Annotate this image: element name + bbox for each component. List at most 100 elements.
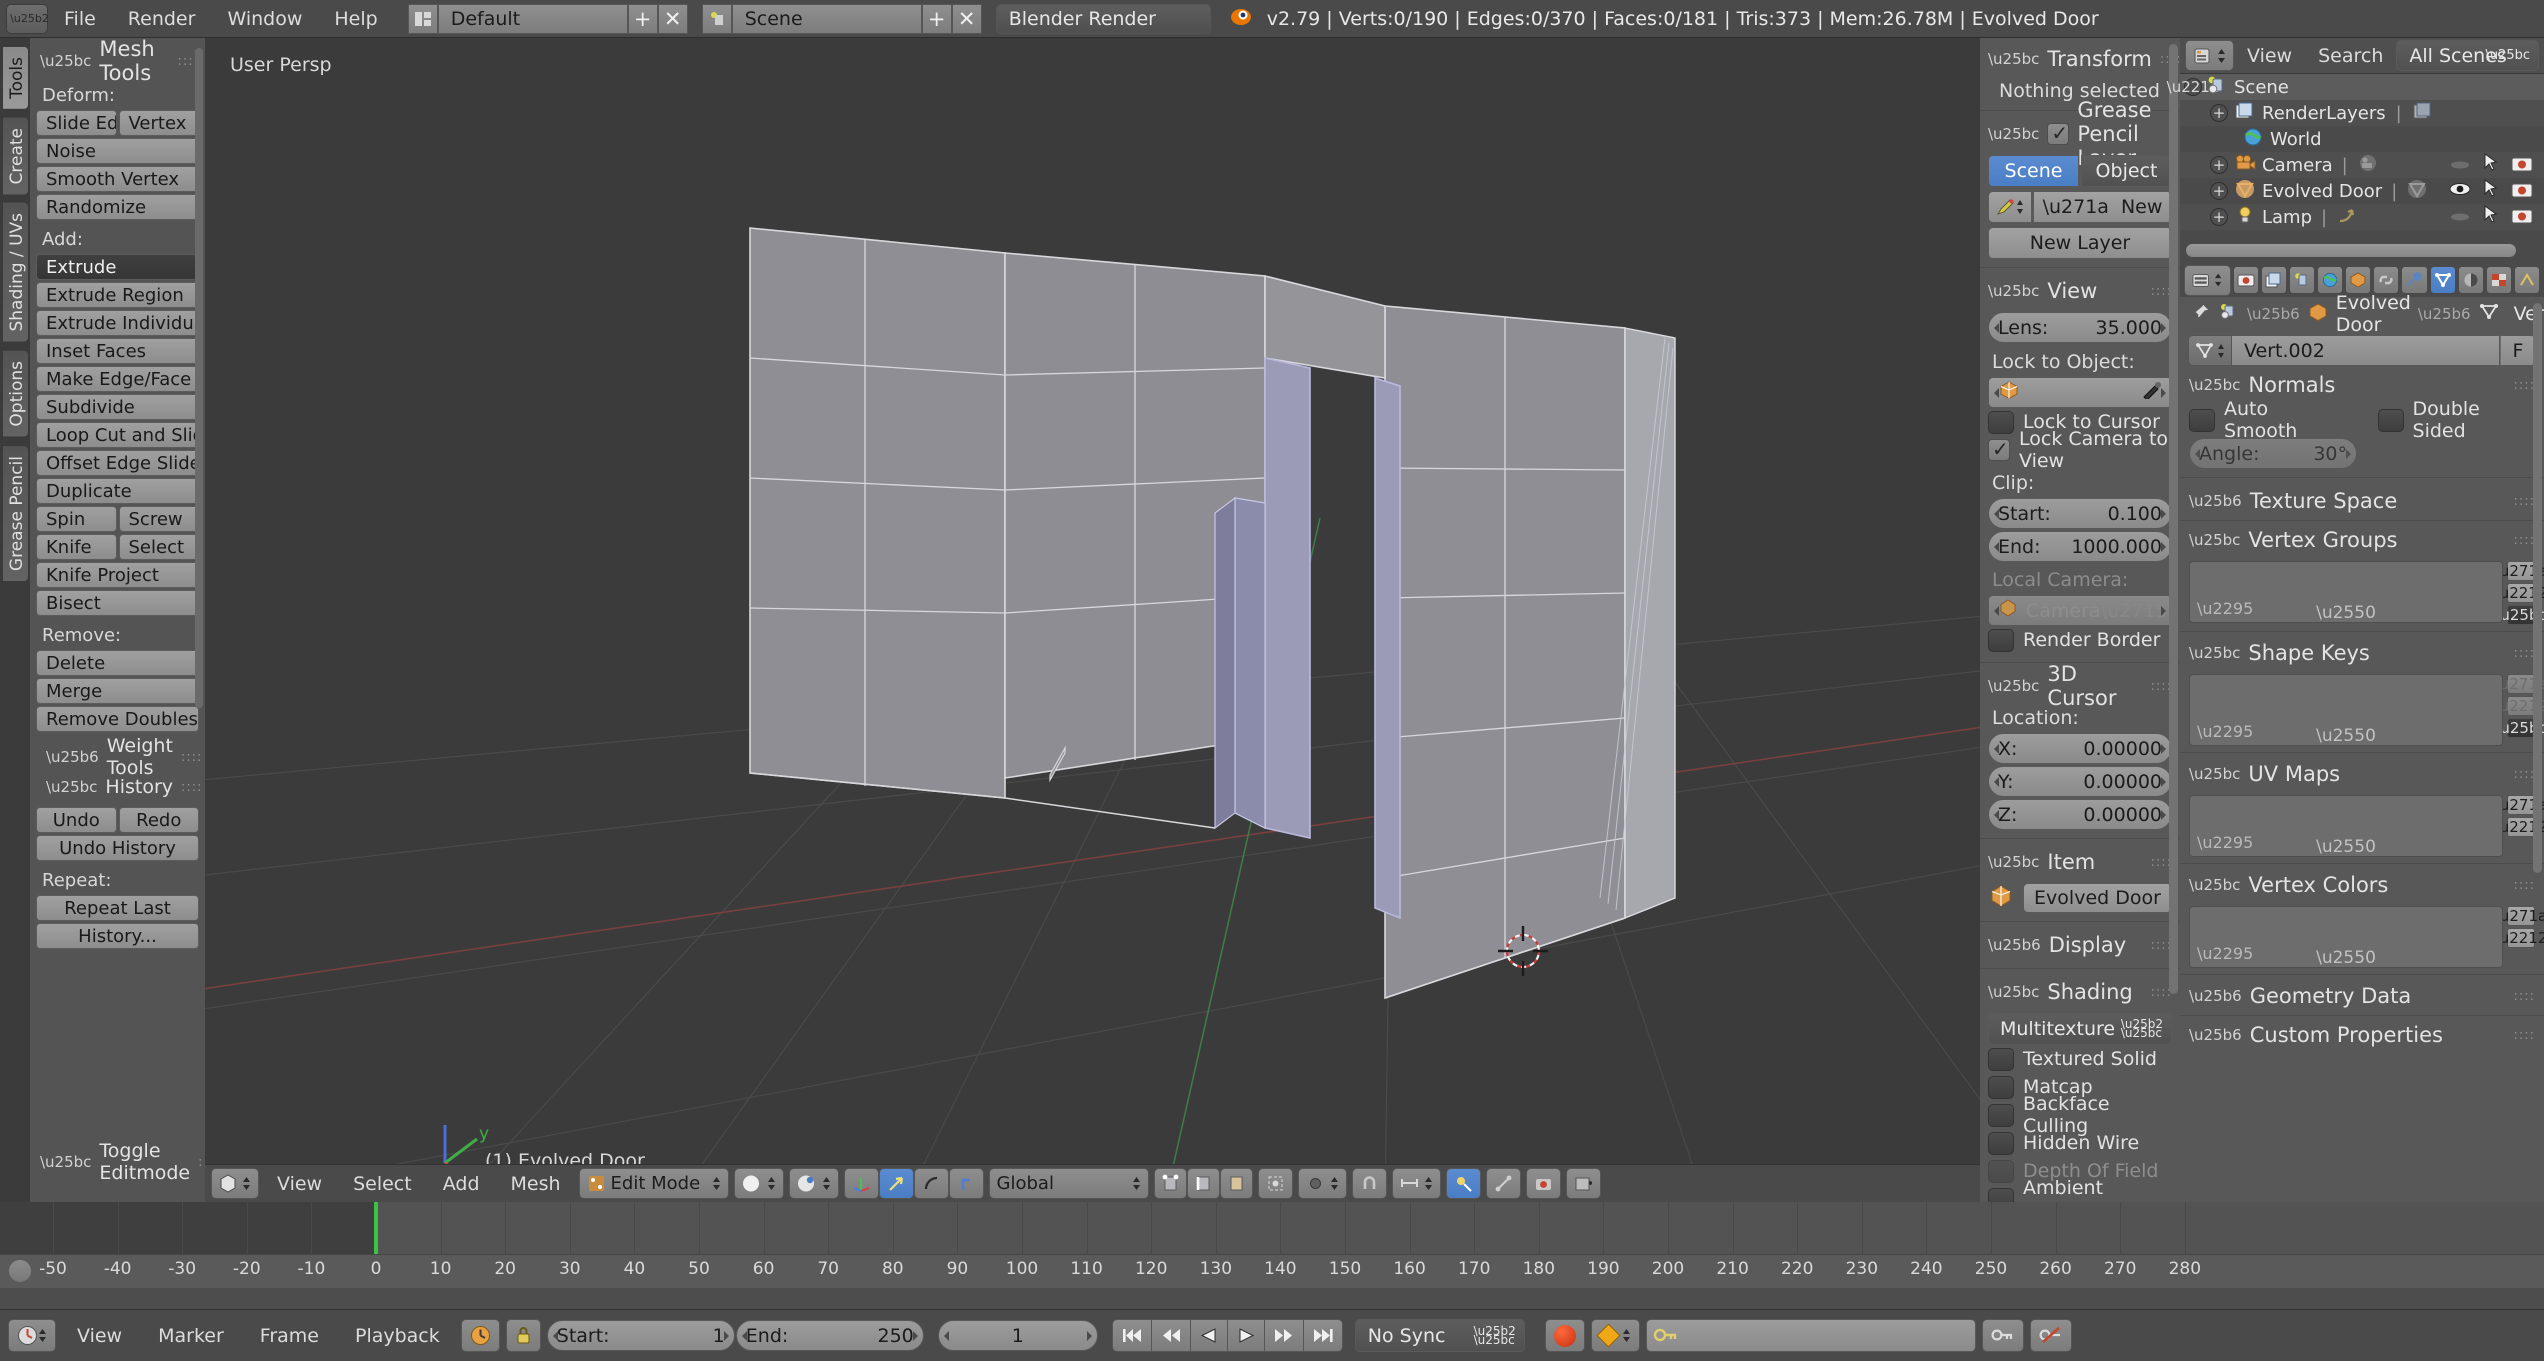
limit-selection-to-visible-icon[interactable]	[1257, 1168, 1293, 1199]
viewport-menu-select[interactable]: Select	[340, 1173, 425, 1195]
vertex-colors-list-expand-icon[interactable]: \u2295	[2197, 944, 2253, 963]
delete-scene-button[interactable]: ✕	[951, 3, 982, 34]
viewport-menu-view[interactable]: View	[264, 1173, 335, 1195]
extrude-button[interactable]: Extrude	[36, 254, 199, 280]
randomize-button[interactable]: Randomize	[36, 194, 199, 220]
outliner-row-renderlayers[interactable]: + RenderLayers |	[2180, 100, 2544, 126]
ambient-occlusion-row[interactable]: Ambient Occlusion	[1988, 1177, 2172, 1202]
custom-properties-header[interactable]: \u25b6 Custom Properties ::::	[2189, 1020, 2535, 1050]
render-border-toggle[interactable]	[1988, 628, 2014, 652]
vertex-groups-list-expand-icon[interactable]: \u2295	[2197, 599, 2253, 618]
scale-manipulator-icon[interactable]	[913, 1168, 949, 1199]
play-icon[interactable]	[1227, 1319, 1265, 1352]
tab-object-icon[interactable]	[2345, 266, 2372, 294]
custom-properties-triangle-icon[interactable]: \u25b6	[2189, 1026, 2242, 1044]
shape-keys-triangle-icon[interactable]: \u25bc	[2189, 644, 2240, 662]
grease-pencil-new-button[interactable]: \u271a New	[2033, 191, 2172, 223]
tab-texture-icon[interactable]	[2485, 266, 2512, 294]
snap-target-icon[interactable]	[1445, 1168, 1481, 1199]
bisect-button[interactable]: Bisect	[36, 590, 199, 616]
jump-to-start-icon[interactable]	[1111, 1319, 1152, 1352]
merge-button[interactable]: Merge	[36, 678, 199, 704]
vertex-groups-list[interactable]: \u2295 \u2550	[2189, 561, 2503, 623]
tab-material-icon[interactable]	[2457, 266, 2484, 294]
pivot-point-selector[interactable]	[788, 1168, 839, 1199]
item-name-field[interactable]: Evolved Door	[2023, 883, 2172, 913]
double-sided-toggle[interactable]	[2377, 408, 2404, 432]
grease-pencil-triangle-icon[interactable]: \u25bc	[1988, 125, 2039, 143]
shape-keys-list[interactable]: \u2295 \u2550	[2189, 674, 2503, 746]
outliner-menu-view[interactable]: View	[2234, 45, 2305, 67]
ambient-occlusion-toggle[interactable]	[1988, 1187, 2014, 1202]
camera-expander-icon[interactable]: +	[2210, 156, 2228, 174]
local-camera-field[interactable]: Camera \u2715	[1988, 595, 2172, 626]
tab-scene-icon[interactable]	[2288, 266, 2315, 294]
properties-editor-type-icon[interactable]	[2184, 264, 2231, 296]
rotate-manipulator-icon[interactable]	[878, 1168, 914, 1199]
timeline-ruler[interactable]: -50 -40 -30 -20 -10 0 10 20 30 40 50 60 70 80 90 100 110…	[0, 1254, 2544, 1288]
vertex-colors-triangle-icon[interactable]: \u25bc	[2189, 876, 2240, 894]
outliner-display-mode-selector[interactable]: All Scenes \u25bc	[2396, 40, 2539, 71]
tab-create[interactable]: Create	[2, 116, 29, 196]
lock-camera-to-view-checkbox[interactable]	[1988, 437, 2010, 461]
uv-maps-list[interactable]: \u2295 \u2550	[2189, 795, 2503, 857]
shape-keys-header[interactable]: \u25bc Shape Keys ::::	[2189, 638, 2535, 668]
shape-key-add-button[interactable]: \u271a	[2495, 674, 2544, 694]
tab-shading-uvs[interactable]: Shading / UVs	[2, 202, 29, 343]
shape-keys-list-expand-icon[interactable]: \u2295	[2197, 722, 2253, 741]
evolved-door-renderability-icon[interactable]	[2510, 179, 2534, 204]
snap-magnet-icon[interactable]	[1351, 1168, 1387, 1199]
shading-panel-header[interactable]: \u25bc Shading ::::	[1988, 977, 2172, 1007]
edge-select-icon[interactable]	[1186, 1168, 1220, 1199]
frame-start-field[interactable]: Start: 1	[546, 1320, 735, 1351]
geometry-data-header[interactable]: \u25b6 Geometry Data ::::	[2189, 981, 2535, 1011]
blender-logo-icon[interactable]: \u25b2	[6, 3, 49, 34]
auto-smooth-row[interactable]: Auto Smooth	[2189, 398, 2344, 442]
viewport-menu-mesh[interactable]: Mesh	[498, 1173, 574, 1195]
redo-button[interactable]: Redo	[118, 807, 199, 833]
double-sided-row[interactable]: Double Sided	[2377, 398, 2535, 442]
jump-to-end-icon[interactable]	[1303, 1319, 1343, 1352]
outliner-row-world[interactable]: World	[2180, 126, 2544, 152]
snap-element-selector[interactable]	[1391, 1168, 1441, 1199]
history-triangle-icon[interactable]: \u25bc	[46, 778, 97, 796]
mesh-datablock-name-field[interactable]: Vert.002	[2232, 335, 2500, 366]
view-triangle-icon[interactable]: \u25bc	[1988, 282, 2039, 300]
knife-select-button[interactable]: Select	[118, 534, 199, 560]
texture-space-triangle-icon[interactable]: \u25b6	[2189, 492, 2242, 510]
uv-maps-list-expand-icon[interactable]: \u2295	[2197, 833, 2253, 852]
tab-modifiers-icon[interactable]	[2401, 266, 2428, 294]
timeline-playhead[interactable]	[374, 1202, 378, 1254]
weight-tools-triangle-icon[interactable]: \u25b6	[46, 748, 99, 766]
mesh-datablock-browse-icon[interactable]	[2188, 335, 2232, 366]
manipulator-toggle-icon[interactable]	[948, 1168, 984, 1199]
transform-panel-header[interactable]: \u25bc Transform ::::	[1988, 44, 2180, 74]
clip-end-field[interactable]: End: 1000.000	[1988, 531, 2172, 562]
display-triangle-icon[interactable]: \u25b6	[1988, 936, 2041, 954]
uv-maps-header[interactable]: \u25bc UV Maps ::::	[2189, 759, 2535, 789]
current-frame-field[interactable]: 1	[937, 1320, 1098, 1351]
slide-vertex-button[interactable]: Vertex	[118, 110, 199, 136]
lock-to-object-field[interactable]	[1988, 377, 2172, 408]
editor-type-selector[interactable]	[211, 1168, 259, 1199]
menu-help[interactable]: Help	[318, 4, 393, 34]
tab-world-icon[interactable]	[2317, 266, 2344, 294]
grease-pencil-panel-header[interactable]: \u25bc Grease Pencil Layer	[1988, 98, 2172, 170]
timeline-scroll-knob[interactable]	[8, 1259, 32, 1283]
uv-maps-list-grip-icon[interactable]: \u2550	[2316, 839, 2376, 856]
local-camera-clear-icon[interactable]: \u2715	[2101, 600, 2168, 622]
backface-culling-row[interactable]: Backface Culling	[1988, 1093, 2172, 1137]
toolpanel-scrollbar[interactable]	[195, 48, 203, 708]
grease-pencil-new-layer-button[interactable]: New Layer	[1988, 227, 2172, 259]
tab-render-icon[interactable]	[2232, 266, 2259, 294]
collapse-triangle-icon[interactable]: \u25bc	[40, 52, 91, 70]
display-panel-header[interactable]: \u25b6 Display ::::	[1988, 930, 2172, 960]
menu-window[interactable]: Window	[211, 4, 318, 34]
cursor-y-field[interactable]: Y: 0.00000	[1988, 766, 2172, 797]
shading-method-selector[interactable]: Multitexture \u25b2 \u25bc	[1988, 1013, 2172, 1045]
outliner-row-evolved-door[interactable]: + Evolved Door |	[2180, 178, 2544, 204]
uv-map-add-button[interactable]: \u271a	[2495, 795, 2544, 815]
play-reverse-icon[interactable]	[1190, 1319, 1228, 1352]
frame-end-field[interactable]: End: 250	[735, 1320, 924, 1351]
render-preview-icon[interactable]	[1525, 1168, 1561, 1199]
